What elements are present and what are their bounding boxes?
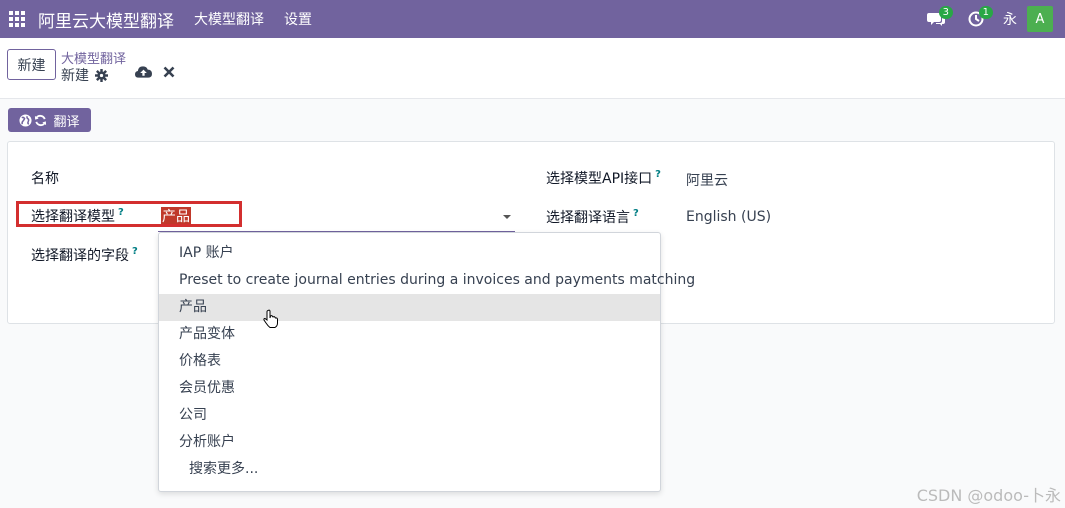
translate-label: 翻译 [53, 114, 80, 130]
messages-badge: 3 [938, 6, 953, 19]
menu-translation[interactable]: 大模型翻译 [194, 9, 264, 29]
dropdown-item[interactable]: 产品变体 [159, 321, 660, 348]
globe-icon [19, 113, 33, 127]
dropdown-item-active[interactable]: 产品 [159, 294, 660, 321]
messages-button[interactable]: 3 [923, 6, 953, 32]
record-name: 新建 [61, 68, 89, 84]
dropdown-item[interactable]: 公司 [159, 402, 660, 429]
annotation-highlight-box [16, 201, 242, 227]
help-icon[interactable]: ? [655, 169, 661, 180]
help-icon[interactable]: ? [132, 246, 138, 257]
top-navbar: 阿里云大模型翻译 大模型翻译 设置 3 1 永 A [0, 0, 1065, 38]
watermark: CSDN @odoo-卜永 [916, 486, 1061, 505]
model-dropdown: IAP 账户 Preset to create journal entries … [158, 232, 695, 492]
control-panel: 新建 大模型翻译 新建 [0, 38, 1065, 99]
dropdown-item[interactable]: 会员优惠 [159, 375, 660, 402]
dropdown-item[interactable]: Preset to create journal entries during … [159, 267, 695, 294]
activities-button[interactable]: 1 [963, 6, 993, 32]
hand-pointer-icon [263, 309, 278, 328]
dropdown-item[interactable]: 分析账户 [159, 429, 660, 456]
apps-menu-icon[interactable] [0, 0, 34, 38]
activities-badge: 1 [978, 6, 993, 19]
lang-value[interactable]: English (US) [686, 209, 771, 225]
dropdown-item[interactable]: 价格表 [159, 348, 660, 375]
fields-label: 选择翻译的字段? [31, 246, 138, 264]
app-name[interactable]: 阿里云大模型翻译 [38, 7, 174, 32]
translate-button[interactable]: 翻译 [8, 108, 91, 132]
user-name[interactable]: 永 [1003, 9, 1017, 29]
avatar[interactable]: A [1027, 6, 1053, 32]
close-icon[interactable] [163, 66, 175, 78]
refresh-icon [35, 114, 47, 126]
menu-settings[interactable]: 设置 [284, 9, 312, 29]
name-label: 名称 [31, 171, 59, 187]
api-label: 选择模型API接口? [546, 169, 661, 187]
gear-icon[interactable] [95, 68, 108, 82]
help-icon[interactable]: ? [633, 208, 639, 219]
api-value[interactable]: 阿里云 [686, 170, 728, 190]
new-button[interactable]: 新建 [7, 49, 56, 80]
record-title: 新建 [61, 65, 108, 85]
cloud-upload-icon[interactable] [135, 65, 152, 79]
caret-down-icon[interactable] [503, 215, 511, 219]
search-more-link[interactable]: 搜索更多... [159, 456, 660, 483]
lang-label: 选择翻译语言? [546, 208, 639, 226]
dropdown-item[interactable]: IAP 账户 [159, 240, 660, 267]
